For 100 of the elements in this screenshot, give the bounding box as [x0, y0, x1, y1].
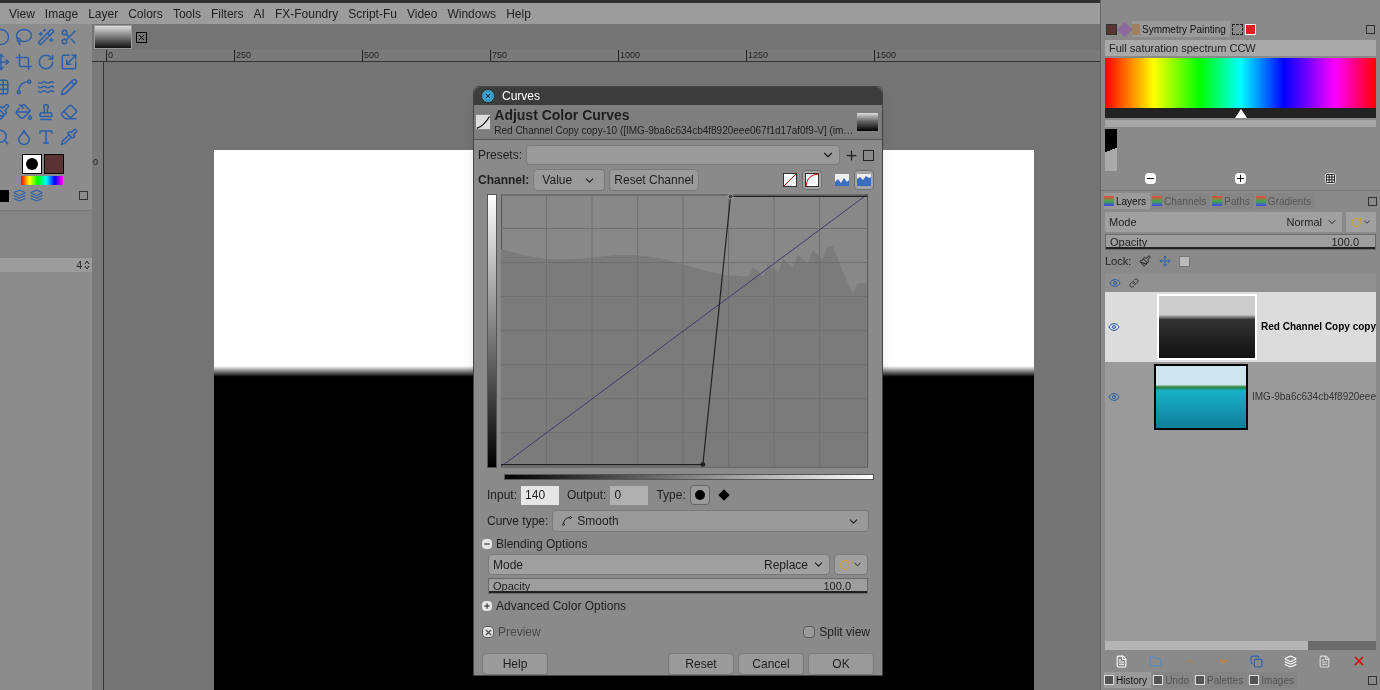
composite-mode-button[interactable]	[1346, 212, 1376, 232]
color-swatch-icon[interactable]	[1244, 23, 1256, 35]
reset-channel-button[interactable]: Reset Channel	[609, 169, 699, 191]
panel-menu-icon[interactable]	[1368, 196, 1377, 206]
input-field[interactable]: 140	[521, 485, 560, 505]
chain-icon[interactable]	[1129, 277, 1139, 288]
log-histogram-button[interactable]	[854, 170, 874, 190]
eye-icon[interactable]	[1108, 320, 1120, 333]
spin-arrows-icon[interactable]	[84, 260, 90, 270]
mask-icon[interactable]	[1317, 654, 1331, 668]
rotate-icon	[1350, 216, 1362, 228]
rotate-icon[interactable]	[37, 53, 56, 71]
menu-icon[interactable]	[863, 149, 874, 161]
opacity-slider[interactable]: Opacity 100.0	[488, 578, 868, 594]
zoom-out-icon[interactable]	[1145, 173, 1156, 184]
presets-label: Presets:	[478, 147, 522, 164]
gradient-name-field[interactable]: Full saturation spectrum CCW	[1105, 40, 1376, 56]
smooth-point-button[interactable]	[689, 485, 710, 505]
menu-item[interactable]: Filters	[210, 4, 244, 23]
type-label: Type:	[656, 487, 686, 504]
eye-icon[interactable]	[1109, 276, 1121, 289]
close-icon[interactable]	[482, 90, 494, 102]
brush-swatch-icon[interactable]	[1106, 23, 1117, 35]
chevron-down-icon	[1361, 217, 1372, 227]
menu-item[interactable]: Windows	[447, 4, 497, 23]
channel-dropdown[interactable]: Value	[533, 169, 606, 191]
section-title: Advanced Color Options	[496, 598, 627, 615]
spline-icon[interactable]	[14, 78, 33, 96]
panel-menu-icon[interactable]	[79, 191, 88, 200]
advanced-toggle[interactable]	[482, 601, 492, 611]
slider-value: 100.0	[1331, 234, 1360, 250]
dialog-button[interactable]: Help	[482, 653, 548, 675]
lock-pixels-icon[interactable]	[1139, 255, 1152, 268]
wand-icon[interactable]	[37, 28, 56, 46]
rotate-icon	[839, 558, 851, 571]
preview-label: Preview	[498, 624, 541, 641]
image-thumbnail[interactable]	[94, 25, 132, 49]
output-field[interactable]: 0	[610, 485, 649, 505]
layers-icon[interactable]	[30, 189, 43, 202]
text-tool-icon[interactable]	[37, 128, 56, 146]
layers-icon[interactable]	[13, 189, 26, 202]
checkbox[interactable]	[803, 626, 816, 638]
zoom-in-icon[interactable]	[1235, 173, 1246, 184]
lasso-icon[interactable]	[14, 28, 33, 46]
menu-item[interactable]: Script-Fu	[348, 4, 397, 23]
new-layer-icon[interactable]	[1115, 654, 1129, 668]
dialog-button[interactable]: OK	[808, 653, 874, 675]
composite-mode-button[interactable]	[834, 554, 868, 575]
curve-type-dropdown[interactable]: Smooth	[552, 510, 869, 532]
log-curve-button[interactable]	[802, 170, 822, 190]
dock-tab[interactable]: Symmetry Painting	[1132, 21, 1230, 37]
selection-icon[interactable]	[1231, 23, 1243, 35]
menu-item[interactable]: Colors	[128, 4, 163, 23]
mode-dropdown[interactable]: Mode Normal	[1105, 212, 1342, 232]
number-field[interactable]: 4	[0, 258, 92, 272]
panel-menu-icon[interactable]	[1368, 675, 1377, 685]
menu-item[interactable]: Help	[506, 4, 531, 23]
layer-row[interactable]: IMG-9ba6c634cb4f8920eee	[1105, 361, 1376, 432]
pattern-icon[interactable]	[1116, 21, 1133, 37]
mode-dropdown[interactable]: Mode Replace	[488, 554, 830, 575]
linear-curve-button[interactable]	[780, 170, 800, 190]
paint-bucket-icon[interactable]	[14, 103, 33, 121]
eye-icon[interactable]	[1108, 390, 1120, 403]
split-view-label: Split view	[819, 624, 870, 641]
menu-item[interactable]: AI	[253, 4, 265, 23]
image-thumbnail	[857, 113, 878, 131]
merge-icon[interactable]	[1284, 654, 1298, 668]
layer-row[interactable]: Red Channel Copy copy	[1105, 291, 1376, 362]
scissors-icon[interactable]	[59, 28, 78, 46]
menu-item[interactable]: Layer	[88, 4, 119, 23]
close-icon[interactable]	[136, 31, 147, 43]
eraser-icon[interactable]	[59, 103, 78, 121]
gradient-swatch[interactable]	[21, 176, 63, 185]
blending-toggle[interactable]	[482, 539, 492, 549]
dialog-button[interactable]: Reset	[668, 653, 734, 675]
menu-item[interactable]: FX-Foundry	[274, 4, 339, 23]
lock-alpha-icon[interactable]	[1179, 255, 1191, 267]
opacity-slider[interactable]: Opacity 100.0	[1105, 234, 1376, 250]
menu-item[interactable]: Video	[406, 4, 438, 23]
foreground-color-swatch[interactable]	[22, 154, 42, 174]
fit-icon[interactable]	[1325, 173, 1336, 184]
pipette-icon[interactable]	[59, 128, 78, 146]
panel-menu-icon[interactable]	[1366, 24, 1375, 34]
menu-item[interactable]: View	[9, 4, 35, 23]
menu-item[interactable]: Image	[44, 4, 79, 23]
scale-icon[interactable]	[59, 53, 78, 71]
dialog-button[interactable]: Cancel	[738, 653, 804, 675]
dock-tab[interactable]: Layers	[1104, 193, 1150, 209]
wave-icon[interactable]	[37, 78, 56, 96]
menu-item[interactable]: Tools	[172, 4, 201, 23]
ruler-label: 500	[362, 50, 490, 61]
lock-position-icon[interactable]	[1159, 255, 1172, 268]
pencil-icon[interactable]	[59, 78, 78, 96]
add-icon[interactable]	[844, 147, 859, 163]
duplicate-icon[interactable]	[1250, 654, 1264, 668]
background-color-swatch[interactable]	[44, 154, 64, 174]
stamp-icon[interactable]	[37, 103, 56, 121]
dock-tab[interactable]: History	[1104, 672, 1152, 688]
dialog-subtitle: Red Channel Copy copy-10 ([IMG-9ba6c634cb4f8920eee067f1d17af0f9-V] (im…	[494, 124, 854, 137]
crop-icon[interactable]	[14, 53, 33, 71]
